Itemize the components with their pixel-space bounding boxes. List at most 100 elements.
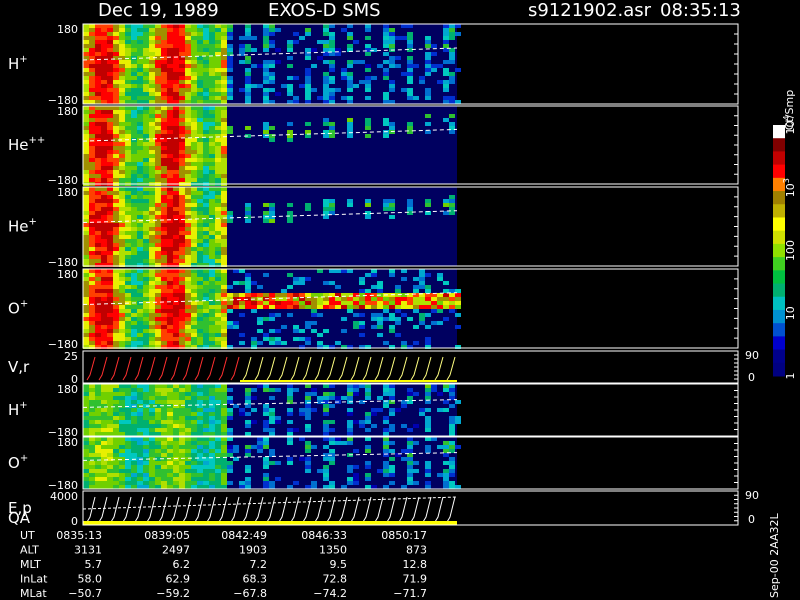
spectrogram-cell <box>359 281 365 285</box>
spectrogram-cell <box>269 40 275 44</box>
colorbar-swatch <box>773 138 785 152</box>
spectrogram-cell <box>83 388 89 392</box>
spectrogram-cell <box>383 461 389 465</box>
spectrogram-cell <box>209 207 215 211</box>
spectrogram-cell <box>395 317 401 321</box>
spectrogram-cell <box>251 293 257 297</box>
spectrogram-cell <box>305 457 311 461</box>
spectrogram-cell <box>215 32 221 36</box>
spectrogram-cell <box>89 481 95 485</box>
spectrogram-cell <box>155 162 161 166</box>
spectrogram-cell <box>197 40 203 44</box>
spectrogram-cell <box>419 321 425 325</box>
spectrogram-cell <box>413 309 419 313</box>
spectrogram-cell <box>113 80 119 84</box>
footer-value: 0835:13 <box>56 529 102 542</box>
spectrogram-cell <box>161 329 167 333</box>
spectrogram-cell <box>329 441 335 445</box>
spectrogram-cell <box>161 239 167 243</box>
spectrogram-cell <box>425 114 431 118</box>
spectrogram-cell <box>455 305 461 309</box>
spectrogram-cell <box>83 255 89 259</box>
spectrogram-cell <box>131 60 137 64</box>
spectrogram-cell <box>83 243 89 247</box>
spectrogram-cell <box>269 449 275 453</box>
spectrogram-cell <box>437 445 443 449</box>
spectrogram-cell <box>401 24 407 28</box>
spectrogram-cell <box>89 453 95 457</box>
spectrogram-cell <box>101 223 107 227</box>
spectrogram-cell <box>113 437 119 441</box>
spectrogram-cell <box>95 400 101 404</box>
header-instrument: EXOS-D SMS <box>268 0 381 21</box>
spectrogram-cell <box>161 420 167 424</box>
spectrogram-cell <box>131 199 137 203</box>
spectrogram-cell <box>83 227 89 231</box>
spectrogram-cell <box>137 325 143 329</box>
spectrogram-cell <box>89 24 95 28</box>
spectrogram-cell <box>185 449 191 453</box>
spectrogram-cell <box>83 88 89 92</box>
spectrogram-cell <box>347 469 353 473</box>
spectrogram-cell <box>149 453 155 457</box>
spectrogram-cell <box>263 441 269 445</box>
spectrogram-cell <box>227 60 233 64</box>
spectrogram-cell <box>209 424 215 428</box>
spectrogram-cell <box>131 313 137 317</box>
spectrogram-cell <box>149 277 155 281</box>
spectrogram-cell <box>119 170 125 174</box>
spectrogram-cell <box>389 301 395 305</box>
spectrogram-cell <box>215 231 221 235</box>
spectrogram-cell <box>173 392 179 396</box>
spectrogram-cell <box>269 76 275 80</box>
spectrogram-cell <box>203 80 209 84</box>
spectrogram-cell <box>167 317 173 321</box>
spectrogram-cell <box>215 408 221 412</box>
spectrogram-cell <box>131 247 137 251</box>
spectrogram-cell <box>119 400 125 404</box>
spectrogram-cell <box>185 142 191 146</box>
spectrogram-cell <box>101 273 107 277</box>
spectrogram-cell <box>107 134 113 138</box>
spectrogram-cell <box>161 114 167 118</box>
spectrogram-cell <box>197 118 203 122</box>
spectrogram-cell <box>449 424 455 428</box>
spectrogram-cell <box>107 428 113 432</box>
spectrogram-cell <box>323 76 329 80</box>
spectrogram-cell <box>185 309 191 313</box>
spectrogram-cell <box>389 297 395 301</box>
spectrogram-cell <box>269 80 275 84</box>
spectrogram-cell <box>191 432 197 436</box>
spectrogram-cell <box>443 68 449 72</box>
spectrogram-cell <box>131 259 137 263</box>
spectrogram-cell <box>323 40 329 44</box>
spectrogram-cell <box>209 114 215 118</box>
spectrogram-cell <box>167 469 173 473</box>
spectrogram-cell <box>263 100 269 104</box>
spectrogram-cell <box>299 301 305 305</box>
spectrogram-cell <box>203 235 209 239</box>
spectrogram-cell <box>173 162 179 166</box>
spectrogram-cell <box>149 333 155 337</box>
spectrogram-cell <box>179 277 185 281</box>
spectrogram-cell <box>185 92 191 96</box>
spectrogram-cell <box>137 235 143 239</box>
spectrogram-cell <box>185 154 191 158</box>
spectrogram-cell <box>335 396 341 400</box>
spectrogram-cell <box>89 52 95 56</box>
spectrogram-cell <box>323 281 329 285</box>
spectrogram-cell <box>389 80 395 84</box>
spectrogram-cell <box>185 146 191 150</box>
spectrogram-cell <box>155 72 161 76</box>
spectrogram-cell <box>359 313 365 317</box>
spectrogram-cell <box>161 36 167 40</box>
spectrogram-cell <box>83 313 89 317</box>
spectrogram-cell <box>389 32 395 36</box>
spectrogram-cell <box>401 293 407 297</box>
spectrogram-cell <box>227 461 233 465</box>
spectrogram-cell <box>137 251 143 255</box>
spectrogram-cell <box>389 203 395 207</box>
spectrogram-cell <box>323 134 329 138</box>
panel-label: V,r <box>8 358 30 376</box>
spectrogram-cell <box>245 126 251 130</box>
